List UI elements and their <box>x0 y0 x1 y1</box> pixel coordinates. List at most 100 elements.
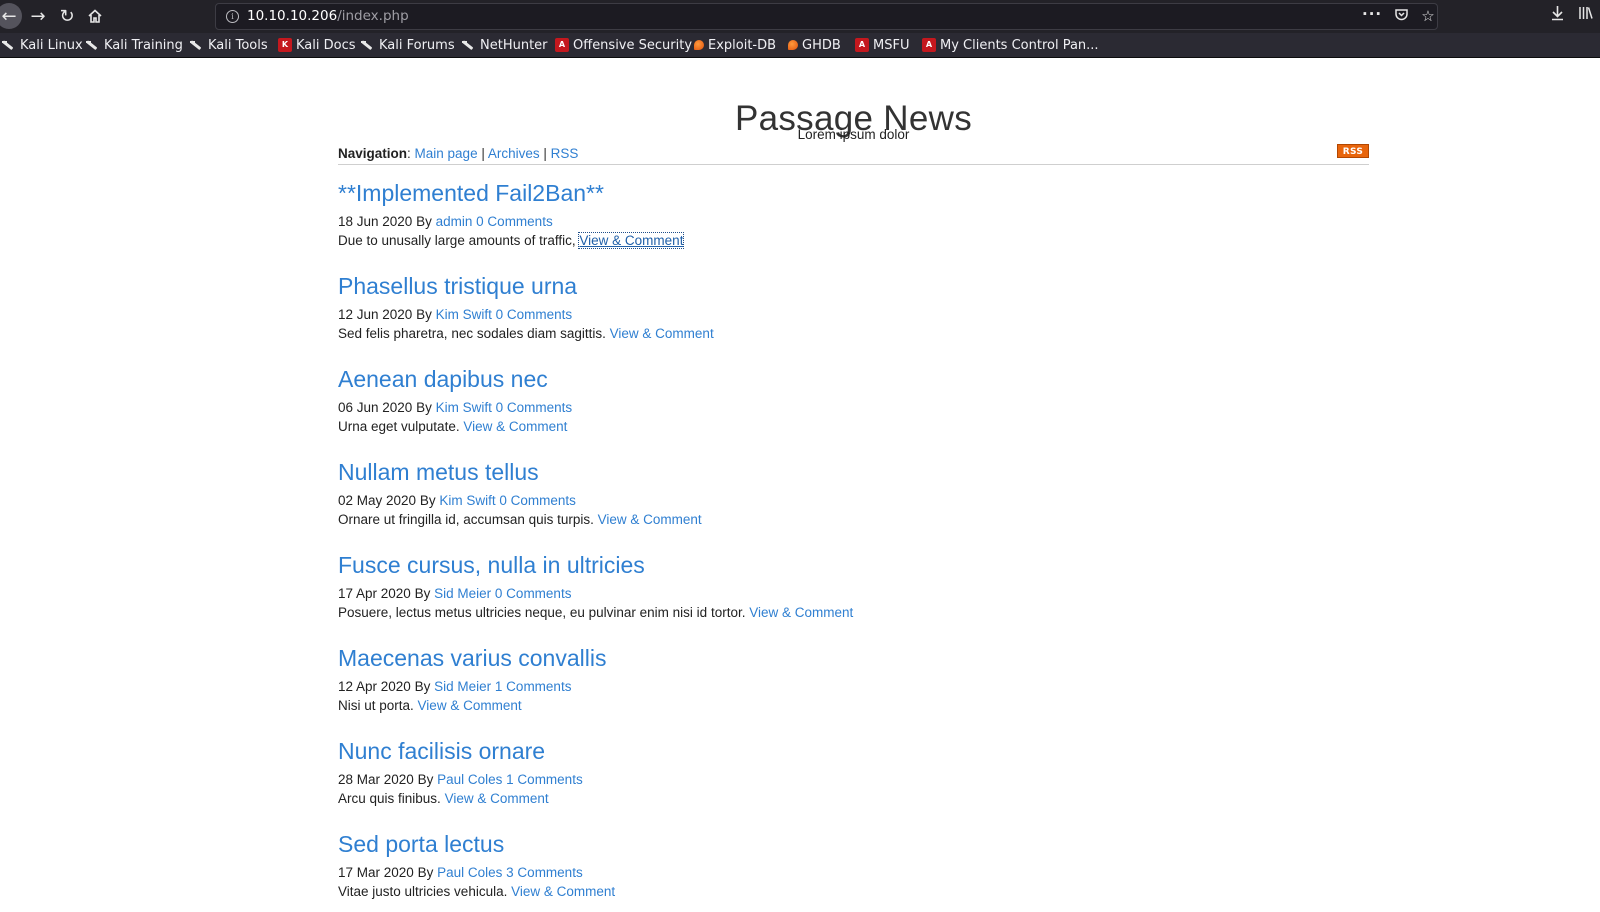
bookmark-my-clients[interactable]: A My Clients Control Pan... <box>922 36 1099 54</box>
rss-feed-icon[interactable]: RSS <box>1337 144 1369 158</box>
bookmark-star-button[interactable]: ☆ <box>1418 7 1438 25</box>
post-item: Aenean dapibus nec 06 Jun 2020 By Kim Sw… <box>338 365 1369 434</box>
forward-button[interactable]: → <box>26 4 50 28</box>
post-comments-link[interactable]: 0 Comments <box>495 586 572 601</box>
download-icon <box>1551 6 1563 21</box>
bookmark-kali-training[interactable]: Kali Training <box>86 36 183 54</box>
post-date: 06 Jun 2020 <box>338 400 413 415</box>
post-comments-link[interactable]: 0 Comments <box>476 214 553 229</box>
library-button[interactable] <box>1576 5 1596 25</box>
page-actions-icon[interactable]: ··· <box>1362 5 1382 23</box>
post-comments-link[interactable]: 0 Comments <box>496 400 573 415</box>
offsec-icon: A <box>922 38 936 52</box>
post-by: By <box>417 772 434 787</box>
post-excerpt: Urna eget vulputate. View & Comment <box>338 418 567 435</box>
post-meta: 12 Apr 2020 By Sid Meier 1 Comments <box>338 678 571 695</box>
bookmark-label: Kali Forums <box>379 37 455 53</box>
post-title-link[interactable]: Sed porta lectus <box>338 830 1369 858</box>
browser-chrome: ← → ↻ i 10.10.10.206/index.php ··· ☆ Kal… <box>0 0 1600 58</box>
bookmark-kali-tools[interactable]: Kali Tools <box>190 36 268 54</box>
post-title-link[interactable]: Maecenas varius convallis <box>338 644 1369 672</box>
reload-icon: ↻ <box>59 5 75 27</box>
view-comment-link[interactable]: View & Comment <box>610 326 714 341</box>
exploitdb-icon <box>788 40 798 50</box>
post-meta: 18 Jun 2020 By admin 0 Comments <box>338 213 553 230</box>
view-comment-link[interactable]: View & Comment <box>578 232 685 249</box>
post-author-link[interactable]: Kim Swift <box>439 493 495 508</box>
post-comments-link[interactable]: 3 Comments <box>506 865 583 880</box>
bookmark-kali-forums[interactable]: Kali Forums <box>361 36 455 54</box>
post-title-link[interactable]: Aenean dapibus nec <box>338 365 1369 393</box>
view-comment-link[interactable]: View & Comment <box>598 512 702 527</box>
view-comment-link[interactable]: View & Comment <box>749 605 853 620</box>
bookmark-ghdb[interactable]: GHDB <box>788 36 841 54</box>
bookmark-offensive-security[interactable]: A Offensive Security <box>555 36 692 54</box>
post-comments-link[interactable]: 0 Comments <box>496 307 573 322</box>
post-excerpt-text: Nisi ut porta. <box>338 698 414 713</box>
view-comment-link[interactable]: View & Comment <box>445 791 549 806</box>
bookmark-label: MSFU <box>873 37 910 53</box>
view-comment-link[interactable]: View & Comment <box>463 419 567 434</box>
post-excerpt: Nisi ut porta. View & Comment <box>338 697 522 714</box>
url-text[interactable]: 10.10.10.206/index.php <box>247 8 409 24</box>
post-item: Sed porta lectus 17 Mar 2020 By Paul Col… <box>338 830 1369 899</box>
nav-link-rss[interactable]: RSS <box>551 146 579 161</box>
post-excerpt-text: Arcu quis finibus. <box>338 791 441 806</box>
navigation-toolbar: ← → ↻ i 10.10.10.206/index.php ··· ☆ <box>0 0 1600 33</box>
post-meta: 28 Mar 2020 By Paul Coles 1 Comments <box>338 771 583 788</box>
post-date: 17 Mar 2020 <box>338 865 414 880</box>
view-comment-link[interactable]: View & Comment <box>511 884 615 899</box>
post-excerpt: Arcu quis finibus. View & Comment <box>338 790 549 807</box>
post-title-link[interactable]: Nullam metus tellus <box>338 458 1369 486</box>
kali-dragon-icon <box>190 38 204 52</box>
post-author-link[interactable]: Kim Swift <box>436 400 492 415</box>
home-button[interactable] <box>83 4 107 28</box>
post-author-link[interactable]: Sid Meier <box>434 586 491 601</box>
post-title-link[interactable]: Fusce cursus, nulla in ultricies <box>338 551 1369 579</box>
bookmark-msfu[interactable]: A MSFU <box>855 36 909 54</box>
kali-dragon-icon <box>361 38 375 52</box>
view-comment-link[interactable]: View & Comment <box>418 698 522 713</box>
downloads-button[interactable] <box>1547 5 1567 25</box>
post-excerpt: Sed felis pharetra, nec sodales diam sag… <box>338 325 714 342</box>
bookmark-label: My Clients Control Pan... <box>940 37 1099 53</box>
bookmark-label: Kali Linux <box>20 37 83 53</box>
post-author-link[interactable]: admin <box>436 214 473 229</box>
post-title-link[interactable]: Phasellus tristique urna <box>338 272 1369 300</box>
post-by: By <box>416 214 432 229</box>
post-item: Fusce cursus, nulla in ultricies 17 Apr … <box>338 551 1369 620</box>
post-author-link[interactable]: Sid Meier <box>434 679 491 694</box>
post-comments-link[interactable]: 1 Comments <box>495 679 572 694</box>
post-excerpt: Ornare ut fringilla id, accumsan quis tu… <box>338 511 702 528</box>
post-by: By <box>416 400 432 415</box>
post-comments-link[interactable]: 1 Comments <box>506 772 583 787</box>
bookmark-nethunter[interactable]: NetHunter <box>462 36 548 54</box>
post-excerpt: Due to unusally large amounts of traffic… <box>338 232 685 249</box>
site-info-icon[interactable]: i <box>226 10 239 23</box>
bookmark-kali-linux[interactable]: Kali Linux <box>2 36 83 54</box>
bookmark-exploit-db[interactable]: Exploit-DB <box>694 36 776 54</box>
back-button[interactable]: ← <box>0 3 22 29</box>
offsec-icon: A <box>855 38 869 52</box>
post-excerpt-text: Due to unusally large amounts of traffic… <box>338 233 576 248</box>
reload-button[interactable]: ↻ <box>55 4 79 28</box>
post-date: 18 Jun 2020 <box>338 214 413 229</box>
post-author-link[interactable]: Kim Swift <box>436 307 492 322</box>
nav-link-main-page[interactable]: Main page <box>415 146 478 161</box>
nav-link-archives[interactable]: Archives <box>488 146 540 161</box>
post-excerpt: Vitae justo ultricies vehicula. View & C… <box>338 883 615 900</box>
address-bar[interactable]: i 10.10.10.206/index.php ··· ☆ <box>215 3 1438 30</box>
post-item: Nunc facilisis ornare 28 Mar 2020 By Pau… <box>338 737 1369 806</box>
pocket-button[interactable] <box>1391 7 1411 26</box>
bookmark-label: Kali Tools <box>208 37 268 53</box>
post-by: By <box>414 586 431 601</box>
post-excerpt-text: Sed felis pharetra, nec sodales diam sag… <box>338 326 606 341</box>
bookmark-kali-docs[interactable]: K Kali Docs <box>278 36 356 54</box>
post-title-link[interactable]: **Implemented Fail2Ban** <box>338 179 1369 207</box>
post-author-link[interactable]: Paul Coles <box>437 772 502 787</box>
post-title-link[interactable]: Nunc facilisis ornare <box>338 737 1369 765</box>
post-comments-link[interactable]: 0 Comments <box>499 493 576 508</box>
post-meta: 06 Jun 2020 By Kim Swift 0 Comments <box>338 399 572 416</box>
post-author-link[interactable]: Paul Coles <box>437 865 502 880</box>
bookmark-label: Offensive Security <box>573 37 693 53</box>
